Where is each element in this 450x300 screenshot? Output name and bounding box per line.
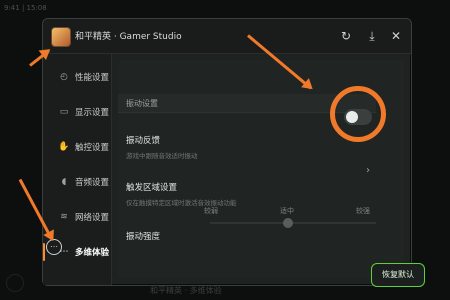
settings-window: 和平精英 · Gamer Studio ↻ ⤓ ✕ ◴ 性能设置 ▭ 显示设置 … (42, 18, 425, 287)
sidebar-item-label: 多维体验 (75, 248, 110, 258)
sidebar-item-performance[interactable]: ◴ 性能设置 (43, 62, 111, 92)
sidebar-item-label: 触控设置 (75, 143, 110, 153)
monitor-icon: ▭ (59, 107, 69, 117)
sidebar-item-label: 音频设置 (75, 178, 110, 188)
sidebar-item-audio[interactable]: ◖ 音频设置 (43, 167, 111, 197)
sidebar-item-network[interactable]: ≋ 网络设置 (43, 202, 111, 232)
download-button[interactable]: ⤓ (363, 27, 381, 45)
speaker-icon: ◖ (61, 177, 67, 187)
intensity-label: 振动强度 (126, 232, 161, 242)
vibration-row: 振动反馈 游戏中跟随音效适时振动 (126, 134, 372, 160)
touch-icon: ✋ (58, 142, 70, 152)
sidebar-item-label: 显示设置 (75, 108, 110, 118)
background-text: 和平精英 · 多维体验 (150, 286, 222, 295)
wifi-icon: ≋ (60, 212, 68, 222)
download-icon: ⤓ (369, 29, 375, 43)
trigger-row[interactable]: 触发区域设置 仅在触摸特定区域时激活音效振动功能 (126, 181, 372, 207)
slider-mid-label: 适中 (280, 207, 294, 215)
highlight-ring (330, 86, 386, 142)
gauge-icon: ◴ (60, 72, 68, 82)
intensity-slider-thumb[interactable] (283, 218, 293, 228)
refresh-button[interactable]: ↻ (337, 27, 355, 45)
window-title: 和平精英 · Gamer Studio (75, 32, 182, 42)
close-icon: ✕ (390, 29, 402, 43)
slider-max-label: 较强 (356, 207, 370, 215)
trigger-title: 触发区域设置 (126, 183, 178, 193)
vibration-desc: 游戏中跟随音效适时振动 (126, 152, 198, 160)
close-button[interactable]: ✕ (387, 27, 405, 45)
intensity-slider-track[interactable] (210, 222, 376, 224)
app-icon (51, 27, 71, 47)
sidebar-item-label: 性能设置 (75, 73, 110, 83)
sidebar-item-label: 网络设置 (75, 213, 110, 223)
intensity-row: 振动强度 (126, 230, 372, 242)
background-icon (6, 274, 24, 292)
section-title: 振动设置 (126, 99, 158, 108)
trigger-desc: 仅在触摸特定区域时激活音效振动功能 (126, 199, 237, 207)
status-bar-text: 9:41 | 15:08 (4, 4, 47, 12)
refresh-icon: ↻ (340, 29, 352, 43)
vibration-title: 振动反馈 (126, 136, 161, 146)
slider-min-label: 较弱 (204, 207, 218, 215)
title-bar: 和平精英 · Gamer Studio ↻ ⤓ ✕ (43, 19, 411, 54)
sidebar-item-display[interactable]: ▭ 显示设置 (43, 97, 111, 127)
reset-default-button[interactable]: 恢复默认 (371, 263, 425, 287)
sidebar-item-touch[interactable]: ✋ 触控设置 (43, 132, 111, 162)
active-indicator (43, 243, 45, 261)
chevron-right-icon[interactable]: › (366, 165, 370, 176)
